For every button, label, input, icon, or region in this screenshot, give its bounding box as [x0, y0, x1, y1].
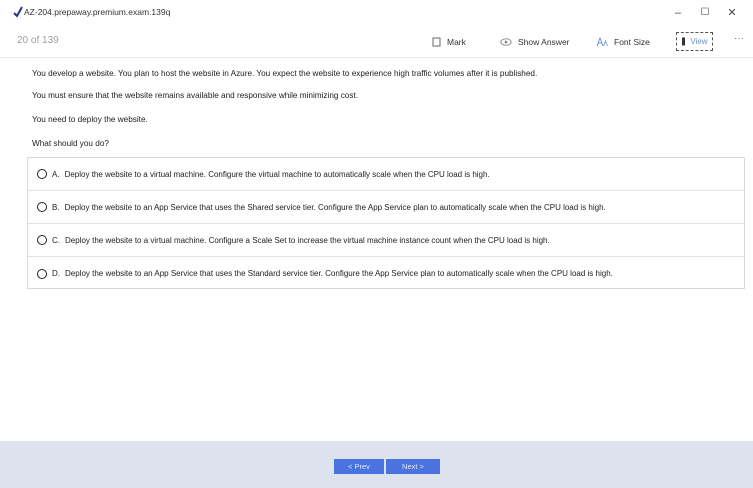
radio-button[interactable]: [37, 268, 47, 279]
bookmark-icon: [432, 37, 441, 47]
option-a[interactable]: A. Deploy the website to a virtual machi…: [28, 158, 744, 191]
question-line: You develop a website. You plan to host …: [32, 69, 538, 78]
mark-button[interactable]: Mark: [432, 34, 466, 50]
view-icon: [682, 37, 686, 46]
question-line: You need to deploy the website.: [32, 115, 148, 124]
radio-button[interactable]: [37, 202, 47, 212]
option-b[interactable]: B. Deploy the website to an App Service …: [28, 191, 744, 224]
option-text: Deploy the website to a virtual machine.…: [65, 235, 550, 245]
view-button[interactable]: View: [676, 32, 713, 51]
maximize-button[interactable]: ☐: [695, 4, 715, 22]
font-size-label: Font Size: [614, 37, 650, 47]
radio-button[interactable]: [37, 169, 47, 179]
option-letter: B.: [52, 202, 60, 212]
option-letter: D.: [52, 269, 60, 278]
option-letter: A.: [52, 169, 60, 179]
question-line: You must ensure that the website remains…: [32, 91, 358, 100]
question-counter: 20 of 139: [17, 35, 59, 46]
next-button[interactable]: Next >: [386, 459, 440, 474]
view-label: View: [690, 37, 708, 46]
option-text: Deploy the website to an App Service tha…: [64, 202, 606, 212]
show-answer-button[interactable]: Show Answer: [500, 34, 570, 50]
eye-icon: [500, 38, 512, 46]
show-answer-label: Show Answer: [518, 37, 570, 47]
prev-button[interactable]: < Prev: [334, 459, 384, 474]
option-text: Deploy the website to an App Service tha…: [65, 269, 613, 278]
font-size-icon: [596, 37, 608, 47]
mark-label: Mark: [447, 37, 466, 47]
option-d[interactable]: D. Deploy the website to an App Service …: [28, 257, 744, 290]
radio-button[interactable]: [37, 235, 47, 245]
question-prompt: What should you do?: [32, 139, 109, 148]
minimize-button[interactable]: –: [668, 4, 688, 22]
toolbar-divider: [0, 57, 753, 58]
font-size-button[interactable]: Font Size: [596, 34, 650, 50]
title-bar: AZ-204.prepaway.premium.exam.139q – ☐ ✕: [0, 0, 753, 26]
answer-options: A. Deploy the website to a virtual machi…: [27, 157, 745, 289]
checkmark-logo-icon: [13, 6, 23, 18]
option-text: Deploy the website to a virtual machine.…: [64, 169, 490, 179]
close-button[interactable]: ✕: [722, 4, 742, 22]
option-letter: C.: [52, 235, 60, 245]
option-c[interactable]: C. Deploy the website to a virtual machi…: [28, 224, 744, 257]
more-options-button[interactable]: ···: [734, 33, 744, 44]
window-title: AZ-204.prepaway.premium.exam.139q: [24, 7, 171, 17]
